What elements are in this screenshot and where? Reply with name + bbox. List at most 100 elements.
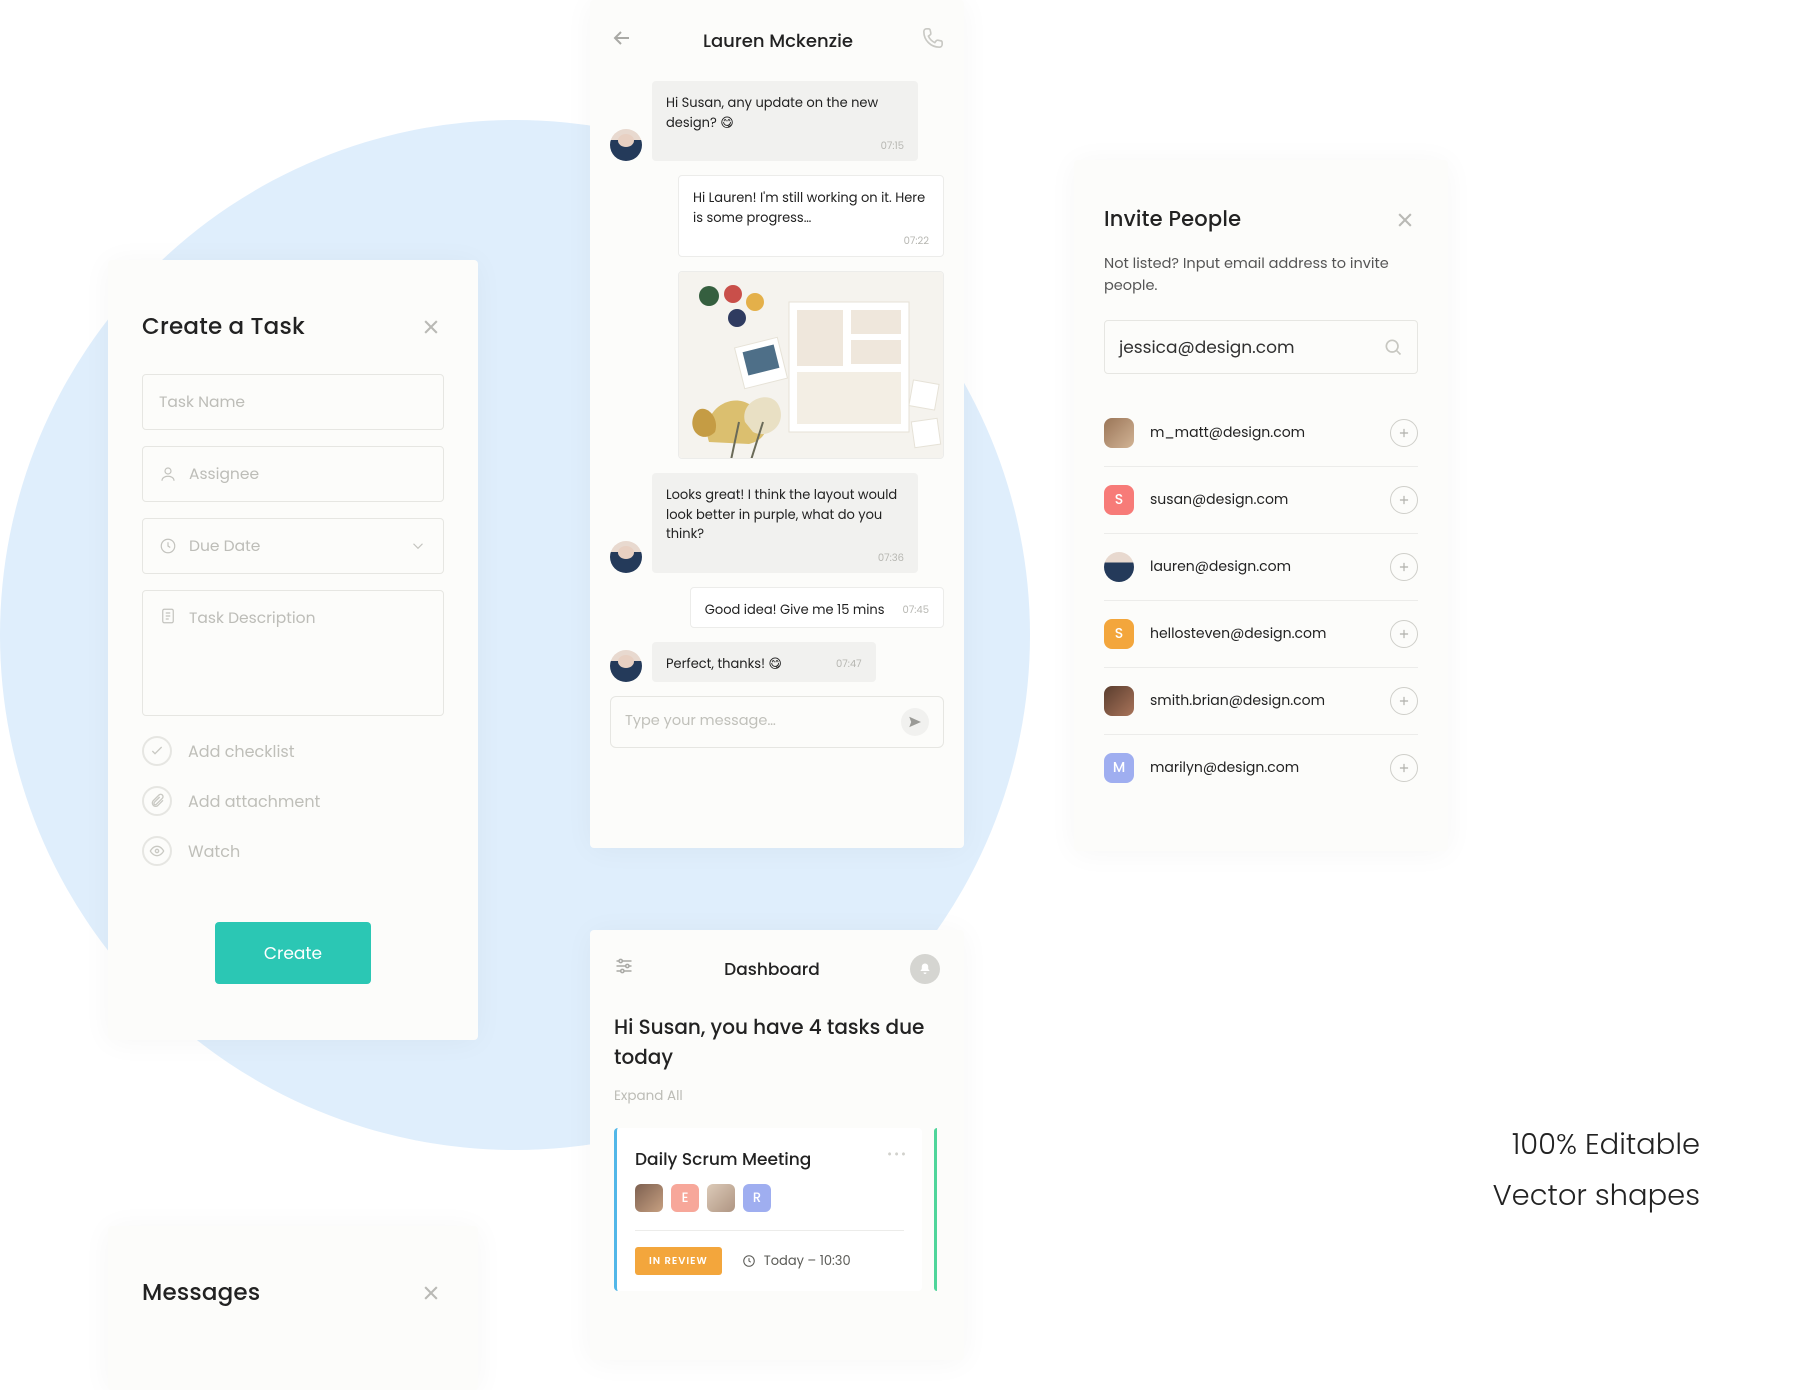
assignee-input[interactable]: Assignee [142, 446, 444, 502]
message-bubble: Hi Susan, any update on the new design? … [652, 81, 918, 161]
message-time: 07:47 [836, 656, 862, 671]
invite-email-input[interactable]: jessica@design.com [1104, 320, 1418, 374]
task-description-input[interactable]: Task Description [142, 590, 444, 716]
dashboard-greeting: Hi Susan, you have 4 tasks due today [614, 1012, 940, 1072]
task-name-input[interactable]: Task Name [142, 374, 444, 430]
chat-contact-name: Lauren Mckenzie [703, 28, 853, 55]
message-time: 07:36 [666, 550, 904, 565]
clock-icon [159, 537, 177, 555]
task-card-next[interactable] [934, 1128, 940, 1291]
avatar: S [1104, 619, 1134, 649]
chat-panel: Lauren Mckenzie Hi Susan, any update on … [590, 0, 964, 848]
close-icon[interactable] [418, 1280, 444, 1306]
avatar [635, 1184, 663, 1212]
message-in: Perfect, thanks! 😋 07:47 [610, 642, 944, 682]
avatar [707, 1184, 735, 1212]
messages-panel: Messages [108, 1226, 478, 1390]
marketing-text: 100% Editable Vector shapes [1493, 1120, 1700, 1222]
create-task-title: Create a Task [142, 310, 305, 344]
message-time: 07:45 [903, 602, 929, 617]
avatar [610, 541, 642, 573]
message-out: Good idea! Give me 15 mins 07:45 [610, 587, 944, 629]
user-icon [159, 465, 177, 483]
person-email: marilyn@design.com [1150, 757, 1299, 778]
clock-icon [742, 1254, 756, 1268]
invite-title: Invite People [1104, 204, 1241, 235]
add-attachment-label: Add attachment [188, 789, 320, 814]
add-checklist-button[interactable]: Add checklist [142, 736, 444, 766]
avatar [1104, 552, 1134, 582]
close-icon[interactable] [1392, 207, 1418, 233]
image-attachment[interactable] [678, 271, 944, 459]
avatar: R [743, 1184, 771, 1212]
task-card[interactable]: ••• Daily Scrum Meeting E R IN REVIEW To… [614, 1128, 922, 1291]
assignee-placeholder: Assignee [189, 463, 259, 486]
task-name-placeholder: Task Name [159, 391, 245, 414]
avatar: M [1104, 753, 1134, 783]
add-person-button[interactable] [1390, 553, 1418, 581]
task-due: Today – 10:30 [742, 1251, 851, 1271]
due-date-placeholder: Due Date [189, 535, 260, 558]
task-more-icon[interactable]: ••• [887, 1146, 908, 1164]
composer-placeholder: Type your message… [625, 711, 776, 732]
note-icon [159, 607, 177, 625]
person-email: susan@design.com [1150, 489, 1288, 510]
messages-title: Messages [142, 1276, 260, 1310]
avatar: E [671, 1184, 699, 1212]
person-email: smith.brian@design.com [1150, 690, 1325, 711]
paperclip-icon [149, 793, 165, 809]
person-row: smith.brian@design.com [1104, 668, 1418, 735]
add-person-button[interactable] [1390, 754, 1418, 782]
task-title: Daily Scrum Meeting [635, 1146, 904, 1172]
avatar [610, 650, 642, 682]
add-checklist-label: Add checklist [188, 739, 295, 764]
avatar [1104, 418, 1134, 448]
message-bubble: Looks great! I think the layout would lo… [652, 473, 918, 573]
status-badge: IN REVIEW [635, 1247, 722, 1275]
person-row: S susan@design.com [1104, 467, 1418, 534]
avatar: S [1104, 485, 1134, 515]
add-person-button[interactable] [1390, 687, 1418, 715]
person-row: M marilyn@design.com [1104, 735, 1418, 801]
message-composer[interactable]: Type your message… [610, 696, 944, 748]
message-time: 07:15 [666, 138, 904, 153]
watch-label: Watch [188, 839, 240, 864]
filter-button[interactable] [614, 956, 634, 983]
message-bubble: Perfect, thanks! 😋 07:47 [652, 642, 876, 682]
back-button[interactable] [610, 26, 634, 57]
person-email: lauren@design.com [1150, 556, 1291, 577]
create-button[interactable]: Create [215, 922, 371, 984]
message-time: 07:22 [693, 233, 929, 248]
close-icon[interactable] [418, 314, 444, 340]
message-in: Hi Susan, any update on the new design? … [610, 81, 944, 161]
invite-panel: Invite People Not listed? Input email ad… [1074, 160, 1448, 851]
add-person-button[interactable] [1390, 419, 1418, 447]
avatar [610, 129, 642, 161]
add-person-button[interactable] [1390, 620, 1418, 648]
invite-hint: Not listed? Input email address to invit… [1104, 253, 1418, 298]
due-date-input[interactable]: Due Date [142, 518, 444, 574]
person-row: lauren@design.com [1104, 534, 1418, 601]
call-button[interactable] [922, 27, 944, 56]
add-attachment-button[interactable]: Add attachment [142, 786, 444, 816]
invite-email-value: jessica@design.com [1119, 334, 1294, 360]
search-icon [1383, 337, 1403, 357]
person-row: S hellosteven@design.com [1104, 601, 1418, 668]
notifications-button[interactable] [910, 954, 940, 984]
eye-icon [149, 843, 165, 859]
expand-all-link[interactable]: Expand All [614, 1086, 940, 1106]
message-out: Hi Lauren! I'm still working on it. Here… [610, 175, 944, 257]
message-bubble: Hi Lauren! I'm still working on it. Here… [678, 175, 944, 257]
watch-button[interactable]: Watch [142, 836, 444, 866]
check-icon [149, 743, 165, 759]
message-in: Looks great! I think the layout would lo… [610, 473, 944, 573]
add-person-button[interactable] [1390, 486, 1418, 514]
person-row: m_matt@design.com [1104, 400, 1418, 467]
chevron-down-icon [409, 537, 427, 555]
person-email: m_matt@design.com [1150, 422, 1305, 443]
send-button[interactable] [901, 708, 929, 736]
avatar [1104, 686, 1134, 716]
dashboard-panel: Dashboard Hi Susan, you have 4 tasks due… [590, 930, 964, 1360]
people-list: m_matt@design.com S susan@design.com lau… [1104, 400, 1418, 801]
task-assignees: E R [635, 1184, 904, 1212]
